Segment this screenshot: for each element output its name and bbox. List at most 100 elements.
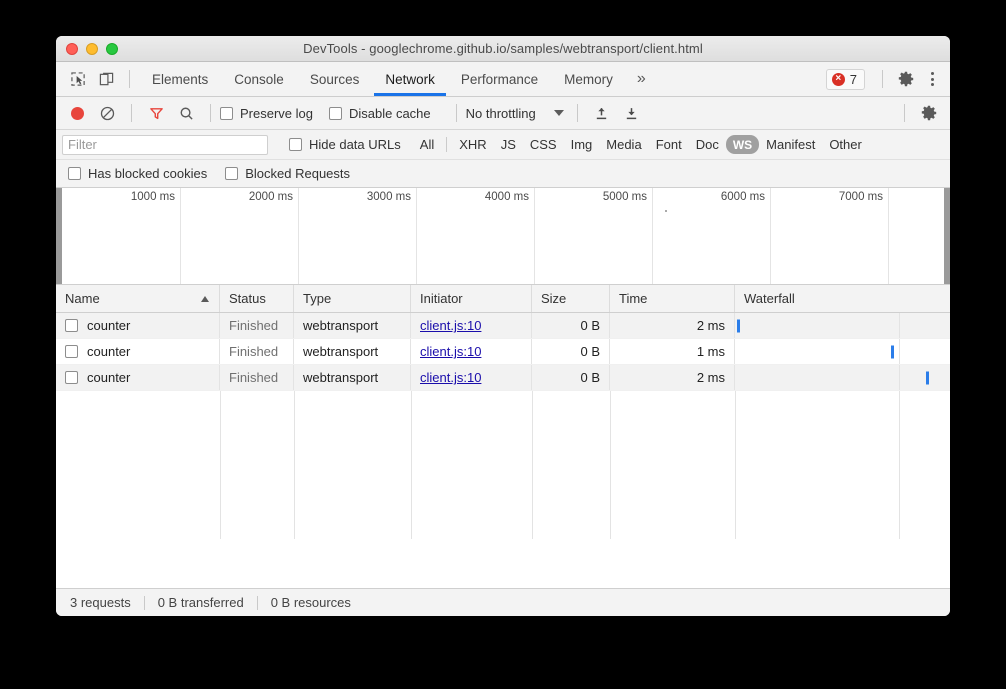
row-checkbox[interactable] xyxy=(65,371,78,384)
overview-tick-label: 3000 ms xyxy=(367,191,411,203)
screen-root: DevTools - googlechrome.github.io/sample… xyxy=(0,0,1006,689)
table-empty-area xyxy=(56,391,950,539)
overview-right-handle[interactable] xyxy=(944,188,950,284)
error-count-badge[interactable]: × 7 xyxy=(826,69,865,90)
tab-label: Network xyxy=(385,72,435,87)
waterfall-gridline xyxy=(899,365,900,390)
inspect-cursor-icon[interactable] xyxy=(64,65,92,93)
column-label: Type xyxy=(303,291,331,306)
gear-icon[interactable] xyxy=(892,65,920,93)
type-filter-img[interactable]: Img xyxy=(564,135,600,154)
throttling-value: No throttling xyxy=(466,106,536,121)
type-filter-manifest[interactable]: Manifest xyxy=(759,135,822,154)
window-title: DevTools - googlechrome.github.io/sample… xyxy=(56,41,950,56)
tab-elements[interactable]: Elements xyxy=(139,62,221,96)
request-name: counter xyxy=(87,370,130,385)
tab-performance[interactable]: Performance xyxy=(448,62,551,96)
search-icon[interactable] xyxy=(171,98,201,128)
tabstrip-actions: × 7 xyxy=(826,62,944,96)
record-button-icon[interactable] xyxy=(62,98,92,128)
column-header-name[interactable]: Name xyxy=(56,285,220,312)
initiator-link[interactable]: client.js:10 xyxy=(420,318,481,333)
tab-network[interactable]: Network xyxy=(372,62,448,96)
has-blocked-cookies-label: Has blocked cookies xyxy=(88,166,207,181)
column-divider xyxy=(220,391,221,539)
hide-data-urls-checkbox[interactable]: Hide data URLs xyxy=(289,137,401,152)
cell-time: 1 ms xyxy=(610,339,735,364)
column-label: Status xyxy=(229,291,266,306)
filter-icon[interactable] xyxy=(141,98,171,128)
tab-sources[interactable]: Sources xyxy=(297,62,373,96)
column-label: Initiator xyxy=(420,291,463,306)
column-header-initiator[interactable]: Initiator xyxy=(411,285,532,312)
network-overview[interactable]: 1000 ms 2000 ms 3000 ms 4000 ms 5000 ms … xyxy=(56,188,950,285)
preserve-log-checkbox[interactable]: Preserve log xyxy=(220,106,313,121)
disable-cache-checkbox[interactable]: Disable cache xyxy=(329,106,431,121)
column-header-waterfall[interactable]: Waterfall xyxy=(735,285,950,312)
table-row[interactable]: counter Finished webtransport client.js:… xyxy=(56,339,950,365)
row-checkbox[interactable] xyxy=(65,319,78,332)
overview-timeline[interactable]: 1000 ms 2000 ms 3000 ms 4000 ms 5000 ms … xyxy=(62,188,944,284)
gear-icon[interactable] xyxy=(914,98,944,128)
kebab-menu-icon[interactable] xyxy=(920,66,944,92)
cell-initiator: client.js:10 xyxy=(411,339,532,364)
cell-type: webtransport xyxy=(294,339,411,364)
maximize-window-button[interactable] xyxy=(106,43,118,55)
device-toolbar-icon[interactable] xyxy=(92,65,120,93)
toolbar-divider-5 xyxy=(904,104,905,122)
type-filter-css[interactable]: CSS xyxy=(523,135,564,154)
checkbox-box xyxy=(329,107,342,120)
tab-memory[interactable]: Memory xyxy=(551,62,626,96)
table-header-row: Name Status Type Initiator Size Time xyxy=(56,285,950,313)
row-checkbox[interactable] xyxy=(65,345,78,358)
more-tabs-button[interactable]: » xyxy=(626,62,657,96)
column-header-status[interactable]: Status xyxy=(220,285,294,312)
tabstrip-divider xyxy=(129,70,130,88)
type-filter-font[interactable]: Font xyxy=(649,135,689,154)
table-row[interactable]: counter Finished webtransport client.js:… xyxy=(56,313,950,339)
error-icon: × xyxy=(832,73,845,86)
cell-time: 2 ms xyxy=(610,313,735,338)
initiator-link[interactable]: client.js:10 xyxy=(420,344,481,359)
type-filter-js[interactable]: JS xyxy=(494,135,523,154)
devtools-tab-strip: Elements Console Sources Network Perform… xyxy=(56,62,950,97)
overview-tick-cell: 5000 ms xyxy=(535,188,653,284)
type-filter-all[interactable]: All xyxy=(413,135,441,154)
network-request-table: Name Status Type Initiator Size Time xyxy=(56,285,950,567)
network-toolbar: Preserve log Disable cache No throttling xyxy=(56,97,950,130)
cell-status: Finished xyxy=(220,313,294,338)
blocked-requests-checkbox[interactable]: Blocked Requests xyxy=(225,166,350,181)
close-window-button[interactable] xyxy=(66,43,78,55)
export-har-icon[interactable] xyxy=(617,98,647,128)
network-status-bar: 3 requests 0 B transferred 0 B resources xyxy=(56,588,950,616)
column-header-type[interactable]: Type xyxy=(294,285,411,312)
window-title-bar: DevTools - googlechrome.github.io/sample… xyxy=(56,36,950,62)
clear-icon[interactable] xyxy=(92,98,122,128)
tab-label: Console xyxy=(234,72,284,87)
initiator-link[interactable]: client.js:10 xyxy=(420,370,481,385)
overview-tick-cell: 3000 ms xyxy=(299,188,417,284)
column-header-time[interactable]: Time xyxy=(610,285,735,312)
type-filter-media[interactable]: Media xyxy=(599,135,648,154)
tab-label: Performance xyxy=(461,72,538,87)
tab-console[interactable]: Console xyxy=(221,62,297,96)
cell-initiator: client.js:10 xyxy=(411,313,532,338)
filter-input[interactable] xyxy=(62,135,268,155)
type-filter-xhr[interactable]: XHR xyxy=(452,135,493,154)
cell-name: counter xyxy=(56,313,220,338)
transferred-size: 0 B transferred xyxy=(158,595,244,610)
import-har-icon[interactable] xyxy=(587,98,617,128)
minimize-window-button[interactable] xyxy=(86,43,98,55)
throttling-dropdown[interactable]: No throttling xyxy=(466,106,564,121)
type-filter-other[interactable]: Other xyxy=(822,135,869,154)
checkbox-box xyxy=(289,138,302,151)
column-label: Name xyxy=(65,291,100,306)
tab-label: Elements xyxy=(152,72,208,87)
type-filter-ws[interactable]: WS xyxy=(726,135,759,154)
error-count-label: 7 xyxy=(850,72,857,87)
table-row[interactable]: counter Finished webtransport client.js:… xyxy=(56,365,950,391)
column-header-size[interactable]: Size xyxy=(532,285,610,312)
has-blocked-cookies-checkbox[interactable]: Has blocked cookies xyxy=(68,166,207,181)
type-filter-doc[interactable]: Doc xyxy=(689,135,726,154)
column-divider xyxy=(532,391,533,539)
